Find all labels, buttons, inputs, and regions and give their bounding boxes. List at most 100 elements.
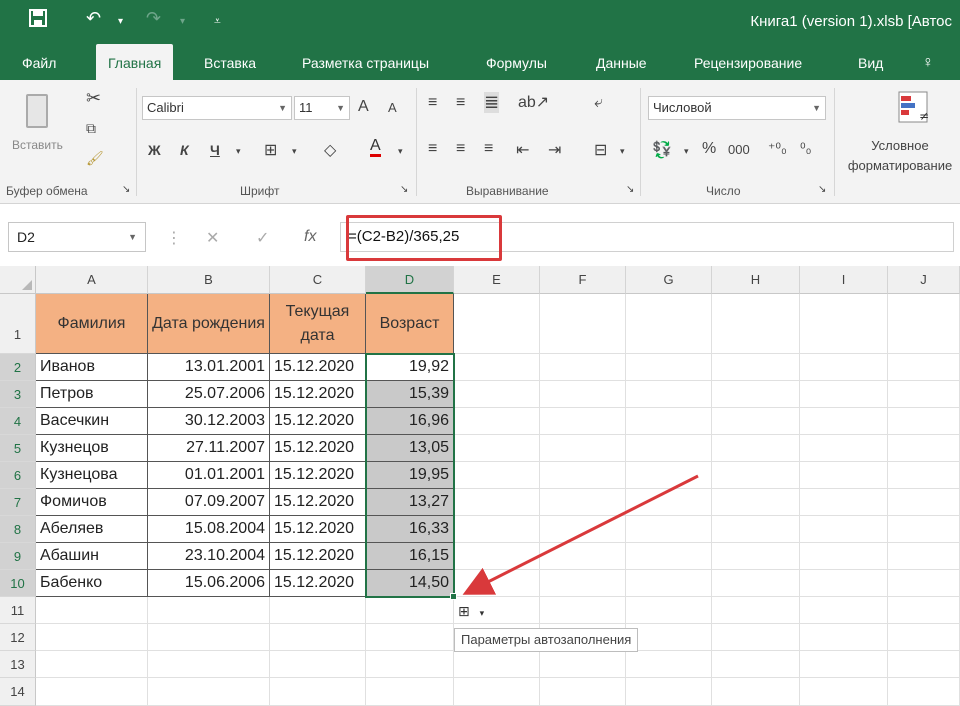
tab-review[interactable]: Рецензирование — [694, 44, 802, 80]
increase-decimal-icon[interactable]: ⁺⁰₀ — [768, 140, 787, 157]
tab-home[interactable]: Главная — [96, 44, 174, 80]
cell[interactable] — [540, 462, 626, 489]
cell[interactable] — [540, 678, 626, 706]
surname-cell[interactable]: Иванов — [36, 354, 148, 381]
paste-icon[interactable] — [26, 94, 48, 128]
cell[interactable] — [148, 678, 270, 706]
cell[interactable] — [800, 516, 888, 543]
cell[interactable] — [148, 624, 270, 651]
birth-date-cell[interactable]: 27.11.2007 — [148, 435, 270, 462]
format-painter-icon[interactable]: 🖌 — [86, 150, 104, 167]
undo-dropdown-icon[interactable]: ▾ — [118, 16, 123, 27]
cell[interactable] — [454, 294, 540, 354]
number-format-select[interactable]: Числовой ▼ — [648, 96, 826, 120]
current-date-cell[interactable]: 15.12.2020 — [270, 354, 366, 381]
birth-date-cell[interactable]: 23.10.2004 — [148, 543, 270, 570]
currency-icon[interactable]: 💱 — [652, 140, 672, 160]
align-bottom-icon[interactable]: ≣ — [484, 92, 500, 113]
column-header-i[interactable]: I — [800, 266, 888, 294]
number-launcher-icon[interactable]: ↘ — [818, 184, 826, 195]
font-color-icon[interactable]: A — [370, 138, 381, 157]
conditional-formatting-icon[interactable]: ≠ — [895, 90, 935, 126]
align-top-icon[interactable]: ≡ — [428, 94, 437, 112]
lightbulb-icon[interactable]: ♀ — [922, 44, 934, 80]
cell[interactable] — [800, 381, 888, 408]
cell[interactable] — [626, 489, 712, 516]
align-left-icon[interactable]: ≡ — [428, 140, 437, 158]
clipboard-launcher-icon[interactable]: ↘ — [122, 184, 130, 195]
cell[interactable] — [626, 651, 712, 678]
cell[interactable] — [454, 570, 540, 597]
surname-cell[interactable]: Петров — [36, 381, 148, 408]
surname-cell[interactable]: Абеляев — [36, 516, 148, 543]
cell[interactable] — [888, 294, 960, 354]
cell[interactable] — [800, 435, 888, 462]
birth-date-cell[interactable]: 25.07.2006 — [148, 381, 270, 408]
merge-center-icon[interactable]: ⊟ — [594, 140, 607, 160]
birth-date-cell[interactable]: 15.06.2006 — [148, 570, 270, 597]
percent-button[interactable]: % — [702, 140, 716, 158]
fill-color-icon[interactable]: ◇ — [324, 140, 336, 160]
row-header-2[interactable]: 2 — [0, 354, 36, 381]
cell[interactable] — [454, 678, 540, 706]
cell[interactable] — [454, 435, 540, 462]
cell[interactable] — [888, 435, 960, 462]
row-header-12[interactable]: 12 — [0, 624, 36, 651]
cell[interactable] — [36, 597, 148, 624]
cell[interactable] — [712, 462, 800, 489]
chevron-down-icon[interactable]: ▾ — [620, 146, 625, 157]
paste-button[interactable]: Вставить — [12, 138, 63, 152]
cell[interactable] — [454, 489, 540, 516]
shrink-font-button[interactable]: A — [388, 100, 397, 115]
row-header-4[interactable]: 4 — [0, 408, 36, 435]
tab-view[interactable]: Вид — [858, 44, 883, 80]
column-header-e[interactable]: E — [454, 266, 540, 294]
font-name-select[interactable]: Calibri ▼ — [142, 96, 292, 120]
autofill-options-button[interactable]: ⊞ ▾ — [458, 603, 498, 625]
cell[interactable] — [712, 381, 800, 408]
borders-icon[interactable]: ⊞ — [264, 140, 277, 160]
align-middle-icon[interactable]: ≡ — [456, 94, 465, 112]
tab-formulas[interactable]: Формулы — [486, 44, 547, 80]
cell[interactable] — [366, 678, 454, 706]
current-date-cell[interactable]: 15.12.2020 — [270, 408, 366, 435]
cell[interactable] — [712, 624, 800, 651]
tab-page-layout[interactable]: Разметка страницы — [302, 44, 429, 80]
table-header-cell[interactable]: Дата рождения — [148, 294, 270, 354]
row-header-3[interactable]: 3 — [0, 381, 36, 408]
column-header-j[interactable]: J — [888, 266, 960, 294]
font-launcher-icon[interactable]: ↘ — [400, 184, 408, 195]
surname-cell[interactable]: Васечкин — [36, 408, 148, 435]
current-date-cell[interactable]: 15.12.2020 — [270, 462, 366, 489]
cell[interactable] — [36, 651, 148, 678]
cell[interactable] — [800, 462, 888, 489]
column-header-f[interactable]: F — [540, 266, 626, 294]
cell[interactable] — [454, 381, 540, 408]
cell[interactable] — [540, 381, 626, 408]
cell[interactable] — [454, 462, 540, 489]
undo-icon[interactable]: ↶ — [86, 8, 101, 29]
cell[interactable] — [888, 651, 960, 678]
tab-insert[interactable]: Вставка — [204, 44, 256, 80]
cell[interactable] — [626, 408, 712, 435]
cell[interactable] — [270, 651, 366, 678]
cell[interactable] — [540, 294, 626, 354]
cell[interactable] — [712, 651, 800, 678]
column-header-h[interactable]: H — [712, 266, 800, 294]
row-header-9[interactable]: 9 — [0, 543, 36, 570]
row-header-7[interactable]: 7 — [0, 489, 36, 516]
cell[interactable] — [888, 354, 960, 381]
cell[interactable] — [540, 516, 626, 543]
cell[interactable] — [800, 651, 888, 678]
cell[interactable] — [800, 354, 888, 381]
row-header-14[interactable]: 14 — [0, 678, 36, 706]
cell[interactable] — [800, 408, 888, 435]
insert-function-button[interactable]: fx — [304, 228, 316, 246]
surname-cell[interactable]: Абашин — [36, 543, 148, 570]
customize-qat-icon[interactable]: ⩡ — [214, 14, 221, 29]
cell[interactable] — [366, 597, 454, 624]
cell[interactable] — [454, 354, 540, 381]
fill-handle[interactable] — [450, 593, 457, 600]
cell[interactable] — [712, 543, 800, 570]
cell[interactable] — [712, 516, 800, 543]
